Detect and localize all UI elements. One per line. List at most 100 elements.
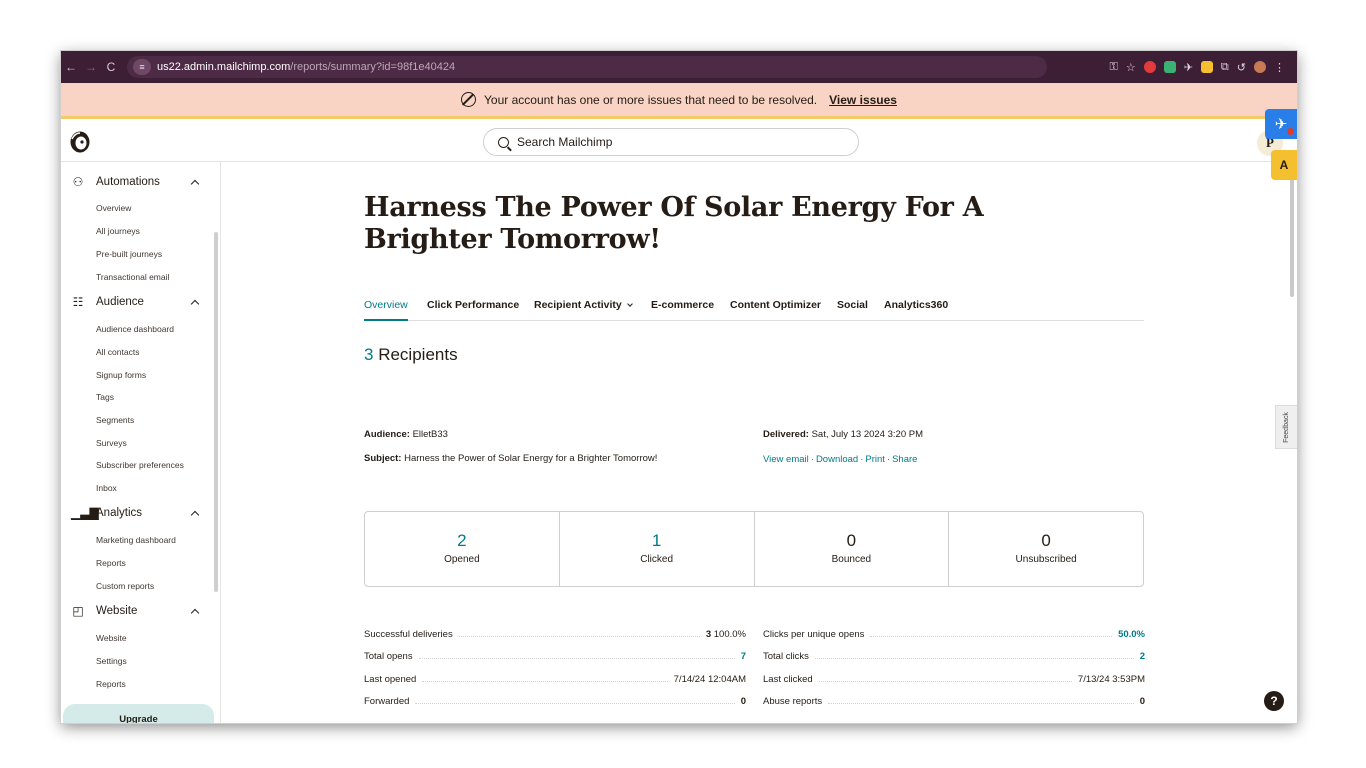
metric-label: Successful deliveries xyxy=(364,629,453,640)
reload-icon[interactable]: C xyxy=(101,60,121,74)
search-input[interactable] xyxy=(517,135,817,149)
sidebar-item-website-reports[interactable]: Reports xyxy=(96,677,126,691)
recipients-label: Recipients xyxy=(378,345,458,364)
app-header: P xyxy=(61,122,1297,162)
sidebar-item-signup-forms[interactable]: Signup forms xyxy=(96,368,146,382)
email-actions: View email · Download · Print · Share xyxy=(763,454,917,465)
metric-total-clicks: Total clicks 2 xyxy=(763,646,1145,662)
upgrade-button[interactable]: Upgrade xyxy=(63,704,214,723)
sidebar-item-all-journeys[interactable]: All journeys xyxy=(96,224,140,238)
print-link[interactable]: Print xyxy=(865,454,885,465)
tab-click-performance[interactable]: Click Performance xyxy=(427,299,519,311)
sidebar-item-surveys[interactable]: Surveys xyxy=(96,436,127,450)
help-button[interactable]: ? xyxy=(1264,691,1284,711)
history-icon[interactable]: ↺ xyxy=(1237,61,1246,74)
tab-social[interactable]: Social xyxy=(837,299,868,311)
metric-label: Clicks per unique opens xyxy=(763,629,865,640)
stat-clicked-value[interactable]: 1 xyxy=(560,532,754,550)
rocket-widget[interactable]: ✈ xyxy=(1265,109,1297,139)
subject-value: Harness the Power of Solar Energy for a … xyxy=(404,453,658,464)
metric-value: 0 xyxy=(740,696,746,707)
metric-label: Total opens xyxy=(364,651,413,662)
tab-recipient-activity[interactable]: Recipient Activity xyxy=(534,299,633,311)
back-icon[interactable]: ← xyxy=(61,60,81,74)
sidebar-scrollbar[interactable] xyxy=(214,232,218,592)
stat-bounced-value: 0 xyxy=(846,531,857,550)
sidebar-item-inbox[interactable]: Inbox xyxy=(96,481,117,495)
metric-label: Last clicked xyxy=(763,674,813,685)
search-box[interactable] xyxy=(483,128,859,156)
sidebar-item-pre-built-journeys[interactable]: Pre-built journeys xyxy=(96,247,162,261)
stat-clicked-label: Clicked xyxy=(640,554,674,565)
browser-window: ← → C ≡ us22.admin.mailchimp.com/reports… xyxy=(61,51,1297,723)
page-scrollbar[interactable] xyxy=(1290,177,1294,297)
metric-label: Last opened xyxy=(364,674,417,685)
sidebar-section-automations[interactable]: ⚇ Automations xyxy=(61,172,211,192)
metric-label: Forwarded xyxy=(364,696,410,707)
prohibited-icon xyxy=(461,92,477,107)
metric-label: Abuse reports xyxy=(763,696,823,707)
sidebar-section-audience[interactable]: ☷ Audience xyxy=(61,292,211,312)
tab-e-commerce[interactable]: E-commerce xyxy=(651,299,714,311)
metric-value: 7/14/24 12:04AM xyxy=(673,674,746,685)
stat-opened-value[interactable]: 2 xyxy=(365,532,559,550)
metric-abuse-reports: Abuse reports 0 xyxy=(763,691,1145,707)
address-bar[interactable]: ≡ us22.admin.mailchimp.com/reports/summa… xyxy=(127,56,1047,78)
analytics-icon: ▁▃▇ xyxy=(71,506,99,520)
audience-meta: Audience: ElletB33 xyxy=(364,429,448,440)
sidebar-item-marketing-dashboard[interactable]: Marketing dashboard xyxy=(96,533,176,547)
delivered-value: Sat, July 13 2024 3:20 PM xyxy=(811,429,924,440)
sidebar-item-audience-dashboard[interactable]: Audience dashboard xyxy=(96,322,174,336)
notification-dot xyxy=(1287,128,1294,135)
sidebar-item-website[interactable]: Website xyxy=(96,631,127,645)
key-icon[interactable]: ⚿ xyxy=(1109,61,1117,74)
sidebar-item-reports[interactable]: Reports xyxy=(96,556,126,570)
sidebar-item-custom-reports[interactable]: Custom reports xyxy=(96,579,154,593)
view-issues-link[interactable]: View issues xyxy=(829,93,897,107)
sidebar-section-analytics[interactable]: ▁▃▇ Analytics xyxy=(61,503,211,523)
subject-label: Subject: xyxy=(364,453,402,464)
chevron-up-icon xyxy=(190,510,200,520)
extension-yellow-icon[interactable] xyxy=(1200,61,1213,73)
tab-analytics360[interactable]: Analytics360 xyxy=(884,299,948,311)
stat-unsubscribed-label: Unsubscribed xyxy=(1015,554,1077,565)
report-main: Harness The Power Of Solar Energy For A … xyxy=(221,162,1297,723)
puzzle-icon[interactable]: ⧉ xyxy=(1221,61,1229,74)
extension-green-icon[interactable] xyxy=(1163,61,1176,73)
sidebar-item-subscriber-preferences[interactable]: Subscriber preferences xyxy=(96,458,184,472)
tune-icon[interactable]: ≡ xyxy=(133,59,151,75)
feedback-tab[interactable]: Feedback xyxy=(1275,405,1297,449)
extension-red-icon[interactable] xyxy=(1143,61,1156,73)
website-icon: ◰ xyxy=(72,604,84,618)
sidebar-section-website[interactable]: ◰ Website xyxy=(61,601,211,621)
mailchimp-logo-icon[interactable] xyxy=(69,130,91,154)
rocket-icon: ✈ xyxy=(1274,116,1288,133)
warning-widget[interactable]: A xyxy=(1271,150,1297,180)
sidebar-item-all-contacts[interactable]: All contacts xyxy=(96,345,139,359)
forward-icon[interactable]: → xyxy=(81,60,101,74)
download-link[interactable]: Download xyxy=(816,454,858,465)
metric-value[interactable]: 7 xyxy=(741,651,746,662)
metric-value[interactable]: 2 xyxy=(1140,651,1145,662)
sidebar-item-overview[interactable]: Overview xyxy=(96,201,131,215)
rocket-extension-icon[interactable]: ✈ xyxy=(1184,61,1193,74)
sidebar-item-settings[interactable]: Settings xyxy=(96,654,127,668)
tab-recipient-activity-label: Recipient Activity xyxy=(534,299,622,311)
metric-percent: 100.0% xyxy=(711,629,746,640)
sidebar-item-tags[interactable]: Tags xyxy=(96,390,114,404)
stat-clicked: 1 Clicked xyxy=(560,512,755,586)
automations-icon: ⚇ xyxy=(72,175,84,189)
star-icon[interactable]: ☆ xyxy=(1126,61,1136,74)
stat-unsubscribed: 0 Unsubscribed xyxy=(949,512,1143,586)
more-vert-icon[interactable]: ⋮ xyxy=(1274,61,1285,74)
sidebar-item-segments[interactable]: Segments xyxy=(96,413,134,427)
recipients-count[interactable]: 3 xyxy=(364,345,373,364)
profile-icon[interactable] xyxy=(1254,61,1266,73)
sidebar-item-transactional-email[interactable]: Transactional email xyxy=(96,270,169,284)
metric-value[interactable]: 50.0% xyxy=(1118,629,1145,640)
tab-overview[interactable]: Overview xyxy=(364,299,408,321)
tab-content-optimizer[interactable]: Content Optimizer xyxy=(730,299,821,311)
view-email-link[interactable]: View email xyxy=(763,454,809,465)
share-link[interactable]: Share xyxy=(892,454,917,465)
link-separator: · xyxy=(886,454,891,465)
